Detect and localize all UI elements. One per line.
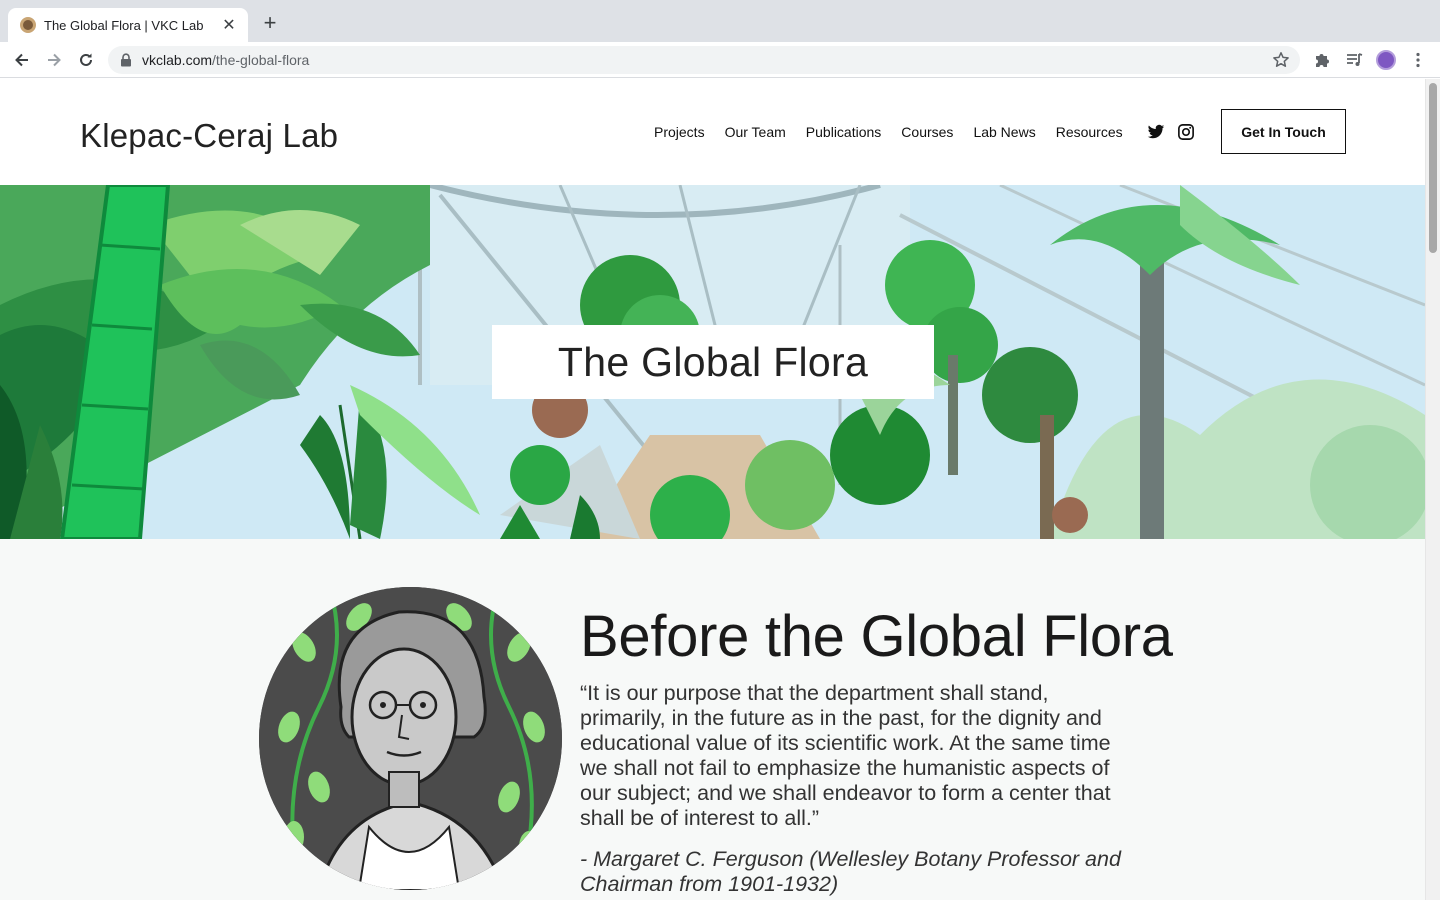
- kebab-menu-icon: [1416, 52, 1420, 68]
- nav-item-publications[interactable]: Publications: [806, 124, 882, 140]
- media-queue-icon: [1347, 53, 1363, 66]
- url-host: vkclab.com: [142, 52, 213, 68]
- hero-title-box: The Global Flora: [492, 325, 934, 399]
- avatar: [1376, 50, 1396, 70]
- star-icon[interactable]: [1272, 51, 1290, 69]
- page-viewport: Klepac-Ceraj Lab Projects Our Team Publi…: [0, 79, 1425, 900]
- media-button[interactable]: [1342, 48, 1366, 72]
- browser-tab-active[interactable]: The Global Flora | VKC Lab ✕: [8, 8, 248, 42]
- url-path: /the-global-flora: [212, 52, 310, 68]
- intro-section: Before the Global Flora “It is our purpo…: [0, 539, 1425, 900]
- twitter-icon[interactable]: [1147, 123, 1165, 141]
- nav-item-our-team[interactable]: Our Team: [725, 124, 786, 140]
- lock-icon: [121, 53, 131, 67]
- arrow-left-icon: [15, 53, 28, 67]
- reload-icon: [80, 53, 92, 66]
- profile-button[interactable]: [1374, 48, 1398, 72]
- page-scrollbar[interactable]: [1425, 79, 1440, 900]
- browser-menu-button[interactable]: [1406, 48, 1430, 72]
- new-tab-button[interactable]: +: [258, 12, 282, 36]
- hero-title: The Global Flora: [557, 338, 869, 385]
- ferguson-quote: “It is our purpose that the department s…: [580, 681, 1111, 830]
- extensions-button[interactable]: [1310, 48, 1334, 72]
- hero-banner: The Global Flora: [0, 185, 1425, 539]
- nav-item-projects[interactable]: Projects: [654, 124, 705, 140]
- reload-button[interactable]: [74, 48, 98, 72]
- instagram-icon[interactable]: [1177, 123, 1195, 141]
- nav-item-resources[interactable]: Resources: [1056, 124, 1123, 140]
- browser-tabstrip: The Global Flora | VKC Lab ✕ +: [0, 0, 1440, 42]
- arrow-right-icon: [48, 53, 61, 67]
- back-button[interactable]: [10, 48, 34, 72]
- main-nav: Projects Our Team Publications Courses L…: [654, 124, 1143, 140]
- margaret-ferguson-portrait: [259, 587, 562, 890]
- scrollbar-thumb[interactable]: [1429, 83, 1437, 253]
- address-bar[interactable]: vkclab.com/the-global-flora: [108, 46, 1300, 74]
- get-in-touch-button[interactable]: Get In Touch: [1221, 109, 1346, 154]
- nav-item-lab-news[interactable]: Lab News: [973, 124, 1035, 140]
- tab-close-icon[interactable]: ✕: [220, 15, 238, 35]
- puzzle-icon: [1316, 54, 1329, 67]
- site-favicon-icon: [20, 17, 36, 33]
- nav-item-courses[interactable]: Courses: [901, 124, 953, 140]
- quote-attribution: - Margaret C. Ferguson (Wellesley Botany…: [580, 847, 1121, 896]
- forward-button[interactable]: [42, 48, 66, 72]
- section-title: Before the Global Flora: [580, 604, 1173, 669]
- browser-toolbar: vkclab.com/the-global-flora: [0, 42, 1440, 78]
- site-header: Klepac-Ceraj Lab Projects Our Team Publi…: [0, 79, 1425, 185]
- portrait-illustration: [259, 587, 562, 890]
- site-logo[interactable]: Klepac-Ceraj Lab: [80, 117, 338, 155]
- tab-title: The Global Flora | VKC Lab: [44, 17, 204, 33]
